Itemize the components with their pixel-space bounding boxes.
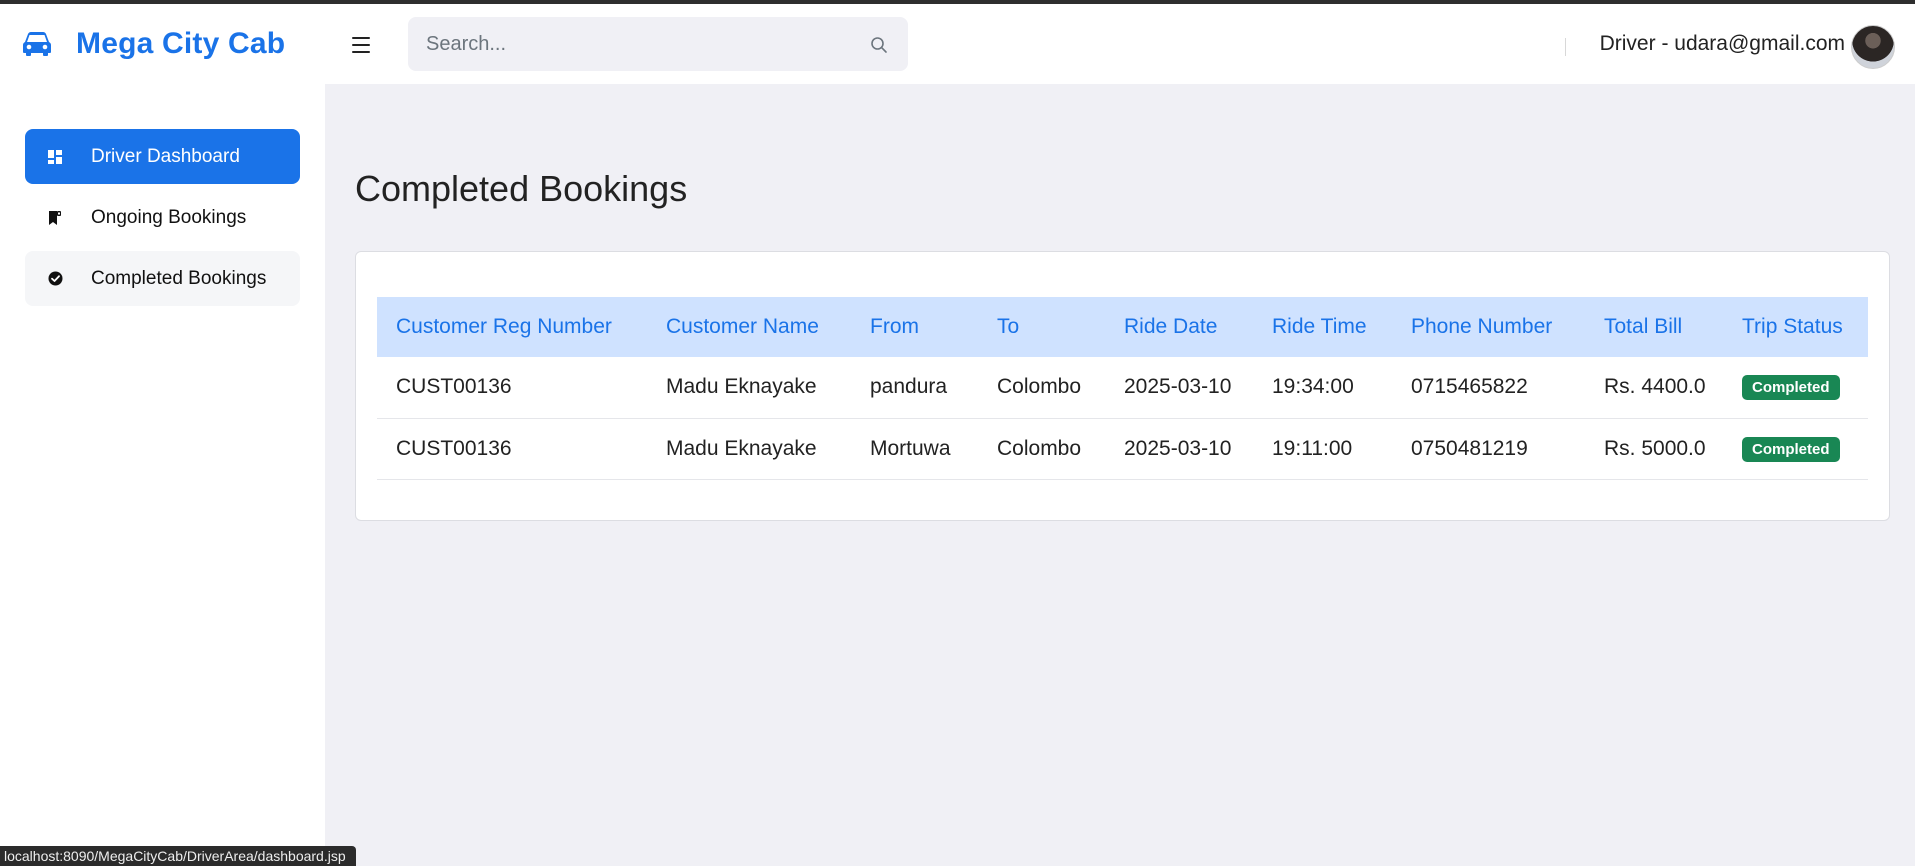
cell-total-bill: Rs. 5000.0 xyxy=(1585,418,1723,480)
table-row: CUST00136 Madu Eknayake pandura Colombo … xyxy=(377,357,1868,419)
sidebar-item-label: Ongoing Bookings xyxy=(91,206,247,228)
column-header-from: From xyxy=(870,315,919,338)
check-circle-icon xyxy=(46,270,64,288)
page-title: Completed Bookings xyxy=(355,168,688,209)
search-icon[interactable] xyxy=(870,36,888,54)
cell-phone-number: 0715465822 xyxy=(1392,357,1585,419)
sidebar-item-label: Driver Dashboard xyxy=(91,145,240,167)
bookmark-icon xyxy=(46,209,64,227)
column-header-phone-number: Phone Number xyxy=(1411,315,1553,338)
browser-status-url: localhost:8090/MegaCityCab/DriverArea/da… xyxy=(0,846,356,866)
column-header-ride-time: Ride Time xyxy=(1272,315,1367,338)
cell-phone-number: 0750481219 xyxy=(1392,418,1585,480)
cell-ride-date: 2025-03-10 xyxy=(1105,418,1253,480)
car-icon xyxy=(23,32,51,56)
avatar[interactable] xyxy=(1851,25,1895,69)
cell-customer-reg-number: CUST00136 xyxy=(377,357,647,419)
cell-customer-name: Madu Eknayake xyxy=(647,418,851,480)
cell-to: Colombo xyxy=(978,357,1105,419)
cell-ride-time: 19:34:00 xyxy=(1253,357,1392,419)
table-header-row: Customer Reg Number Customer Name From T… xyxy=(377,297,1868,357)
cell-total-bill: Rs. 4400.0 xyxy=(1585,357,1723,419)
brand-name: Mega City Cab xyxy=(76,27,286,60)
cell-customer-name: Madu Eknayake xyxy=(647,357,851,419)
cell-ride-date: 2025-03-10 xyxy=(1105,357,1253,419)
cell-to: Colombo xyxy=(978,418,1105,480)
sidebar-item-ongoing-bookings[interactable]: Ongoing Bookings xyxy=(25,190,300,245)
table-row: CUST00136 Madu Eknayake Mortuwa Colombo … xyxy=(377,418,1868,480)
dashboard-icon xyxy=(46,148,64,166)
sidebar: Driver Dashboard Ongoing Bookings Comple… xyxy=(0,84,325,866)
bookings-table: Customer Reg Number Customer Name From T… xyxy=(377,297,1868,480)
hamburger-menu-icon[interactable] xyxy=(348,34,374,56)
column-header-ride-date: Ride Date xyxy=(1124,315,1218,338)
column-header-trip-status: Trip Status xyxy=(1742,315,1843,338)
status-badge: Completed xyxy=(1742,436,1840,462)
column-header-customer-reg-number: Customer Reg Number xyxy=(396,315,612,338)
search-input[interactable] xyxy=(408,17,848,71)
user-label[interactable]: Driver - udara@gmail.com xyxy=(1600,32,1845,56)
column-header-to: To xyxy=(997,315,1020,338)
status-badge: Completed xyxy=(1742,375,1840,401)
cell-from: pandura xyxy=(851,357,978,419)
header-divider xyxy=(1565,38,1566,56)
sidebar-item-label: Completed Bookings xyxy=(91,267,267,289)
search-box xyxy=(408,17,908,71)
column-header-total-bill: Total Bill xyxy=(1604,315,1683,338)
sidebar-item-driver-dashboard[interactable]: Driver Dashboard xyxy=(25,129,300,184)
cell-trip-status: Completed xyxy=(1723,418,1868,480)
cell-trip-status: Completed xyxy=(1723,357,1868,419)
cell-from: Mortuwa xyxy=(851,418,978,480)
top-header: Mega City Cab Driver - udara@gmail.com xyxy=(0,4,1915,84)
cell-ride-time: 19:11:00 xyxy=(1253,418,1392,480)
brand[interactable]: Mega City Cab xyxy=(22,26,285,62)
sidebar-item-completed-bookings[interactable]: Completed Bookings xyxy=(25,251,300,306)
cell-customer-reg-number: CUST00136 xyxy=(377,418,647,480)
bookings-card: Customer Reg Number Customer Name From T… xyxy=(355,251,1890,521)
column-header-customer-name: Customer Name xyxy=(666,315,819,338)
